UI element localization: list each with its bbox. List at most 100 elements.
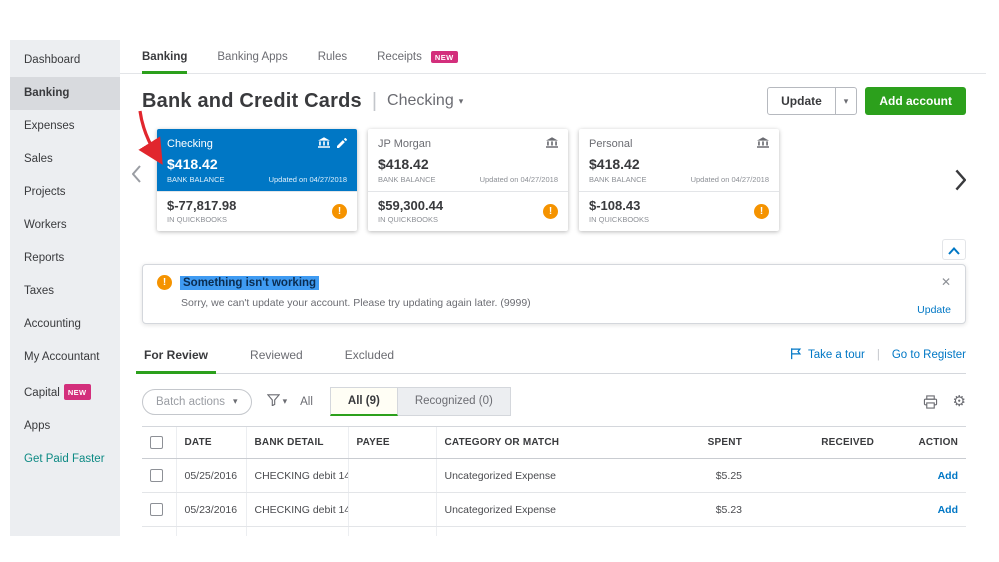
tab-for-review[interactable]: For Review: [135, 340, 217, 374]
column-header-payee[interactable]: PAYEE: [347, 426, 436, 459]
sidebar-item-projects[interactable]: Projects: [10, 176, 120, 209]
sidebar-item-workers[interactable]: Workers: [10, 209, 120, 242]
alert-title: Something isn't working: [180, 275, 320, 290]
cell-spent: $5.21: [632, 526, 750, 536]
updated-timestamp: Updated on 04/27/2018: [479, 175, 558, 184]
tab-rules[interactable]: Rules: [318, 40, 347, 73]
add-action-link[interactable]: Add: [938, 470, 958, 482]
bank-icon: [546, 137, 558, 151]
sidebar-item-apps[interactable]: Apps: [10, 410, 120, 443]
tab-banking-apps[interactable]: Banking Apps: [217, 40, 287, 73]
account-card-personal[interactable]: Personal $418.42 BANK BALANCE Updated on…: [579, 129, 779, 231]
gear-icon[interactable]: ⚙: [953, 394, 966, 409]
link-separator: |: [876, 349, 880, 361]
sidebar-item-label: Projects: [24, 186, 66, 198]
table-row[interactable]: 05/23/2016 CHECKING debit 144 Uncategori…: [142, 492, 966, 527]
alert-collapse-row: [120, 231, 986, 264]
tab-reviewed[interactable]: Reviewed: [248, 340, 305, 373]
sidebar-item-banking[interactable]: Banking: [10, 77, 120, 110]
cell-bank-detail: CHECKING debit 142: [245, 526, 348, 536]
tab-banking[interactable]: Banking: [142, 40, 188, 74]
add-account-button[interactable]: Add account: [865, 87, 966, 115]
warning-icon: !: [332, 203, 347, 219]
cell-payee: [347, 526, 436, 536]
alert-update-link[interactable]: Update: [917, 304, 951, 316]
title-divider: |: [371, 89, 378, 112]
sidebar-item-sales[interactable]: Sales: [10, 143, 120, 176]
add-action-link[interactable]: Add: [938, 504, 958, 516]
sidebar-item-reports[interactable]: Reports: [10, 242, 120, 275]
take-a-tour-label: Take a tour: [807, 349, 865, 361]
caret-down-icon: ▾: [233, 396, 238, 406]
column-header-received[interactable]: RECEIVED: [750, 426, 882, 459]
account-selector-dropdown[interactable]: Checking ▾: [387, 92, 463, 110]
print-icon[interactable]: [923, 394, 938, 409]
tab-all[interactable]: All (9): [329, 387, 398, 416]
row-checkbox[interactable]: [150, 469, 163, 482]
account-card-checking[interactable]: Checking $418.42 BANK BALANCE Updated on…: [157, 129, 357, 231]
cell-date: 05/23/2016: [175, 492, 246, 527]
new-badge: NEW: [430, 50, 458, 63]
close-icon[interactable]: ✕: [941, 275, 951, 289]
sidebar-item-dashboard[interactable]: Dashboard: [10, 44, 120, 77]
column-header-category[interactable]: CATEGORY OR MATCH: [435, 426, 632, 459]
row-checkbox[interactable]: [150, 503, 163, 516]
column-header-spent[interactable]: SPENT: [632, 426, 750, 459]
sidebar-item-expenses[interactable]: Expenses: [10, 110, 120, 143]
carousel-right-icon[interactable]: [950, 165, 970, 198]
bank-balance-label: BANK BALANCE: [589, 175, 647, 184]
cell-spent: $5.23: [632, 492, 750, 527]
batch-actions-dropdown[interactable]: Batch actions ▾: [142, 388, 252, 415]
carousel-left-icon[interactable]: [128, 161, 146, 190]
update-button[interactable]: Update: [768, 88, 835, 114]
sidebar-item-label: Sales: [24, 153, 53, 165]
account-name: Personal: [589, 138, 633, 150]
table-row[interactable]: 05/25/2016 CHECKING debit 146 Uncategori…: [142, 458, 966, 493]
select-all-checkbox[interactable]: [150, 436, 163, 449]
tab-receipts[interactable]: Receipts NEW: [377, 40, 458, 73]
header-actions: Update ▾ Add account: [767, 87, 966, 115]
cell-received: [750, 492, 882, 527]
update-dropdown-toggle[interactable]: ▾: [834, 88, 857, 114]
updated-timestamp: Updated on 04/27/2018: [268, 175, 347, 184]
sidebar-item-capital[interactable]: Capital NEW: [10, 374, 120, 410]
column-header-action[interactable]: ACTION: [882, 426, 966, 459]
account-card-jp-morgan[interactable]: JP Morgan $418.42 BANK BALANCE Updated o…: [368, 129, 568, 231]
page-header: Bank and Credit Cards | Checking ▾ Updat…: [120, 74, 986, 123]
account-cards-carousel: Checking $418.42 BANK BALANCE Updated on…: [120, 110, 986, 231]
tab-recognized[interactable]: Recognized (0): [397, 387, 511, 416]
chevron-up-icon[interactable]: [942, 239, 966, 260]
column-header-bank-detail[interactable]: BANK DETAIL: [245, 426, 348, 459]
table-toolbar: Batch actions ▾ ▾ All All (9) Recognized…: [142, 387, 966, 416]
bank-balance-amount: $418.42: [589, 156, 640, 172]
card-top: Checking $418.42 BANK BALANCE Updated on…: [157, 129, 357, 191]
filter-funnel-icon: [266, 394, 280, 409]
account-name: Checking: [167, 138, 213, 150]
batch-actions-label: Batch actions: [156, 395, 226, 408]
sidebar-item-label: Accounting: [24, 318, 81, 330]
sidebar-item-my-accountant[interactable]: My Accountant: [10, 341, 120, 374]
review-tab-bar: For Review Reviewed Excluded Take a tour…: [135, 340, 966, 374]
sidebar-item-label: Dashboard: [24, 54, 81, 66]
take-a-tour-link[interactable]: Take a tour: [789, 347, 865, 363]
table-row[interactable]: 05/21/2016 CHECKING debit 142 Uncategori…: [142, 526, 966, 536]
tab-excluded[interactable]: Excluded: [343, 340, 396, 373]
account-name: JP Morgan: [378, 138, 431, 150]
bank-icon: [318, 137, 330, 151]
sidebar-item-label: Reports: [24, 252, 65, 264]
bank-balance-amount: $418.42: [378, 156, 429, 172]
in-quickbooks-amount: $-77,817.98: [167, 198, 237, 213]
sidebar-item-taxes[interactable]: Taxes: [10, 275, 120, 308]
tab-label: Banking: [142, 50, 188, 63]
cell-received: [750, 526, 882, 536]
edit-pencil-icon[interactable]: [337, 137, 347, 151]
update-split-button[interactable]: Update ▾: [767, 87, 858, 115]
sidebar-item-accounting[interactable]: Accounting: [10, 308, 120, 341]
in-quickbooks-label: IN QUICKBOOKS: [167, 215, 228, 224]
cell-category: Uncategorized Expense: [435, 458, 632, 493]
column-header-date[interactable]: DATE: [175, 426, 246, 459]
filter-dropdown[interactable]: ▾: [266, 394, 287, 409]
go-to-register-link[interactable]: Go to Register: [892, 349, 966, 361]
tab-label: For Review: [144, 348, 209, 362]
sidebar-item-get-paid-faster[interactable]: Get Paid Faster: [10, 443, 120, 476]
